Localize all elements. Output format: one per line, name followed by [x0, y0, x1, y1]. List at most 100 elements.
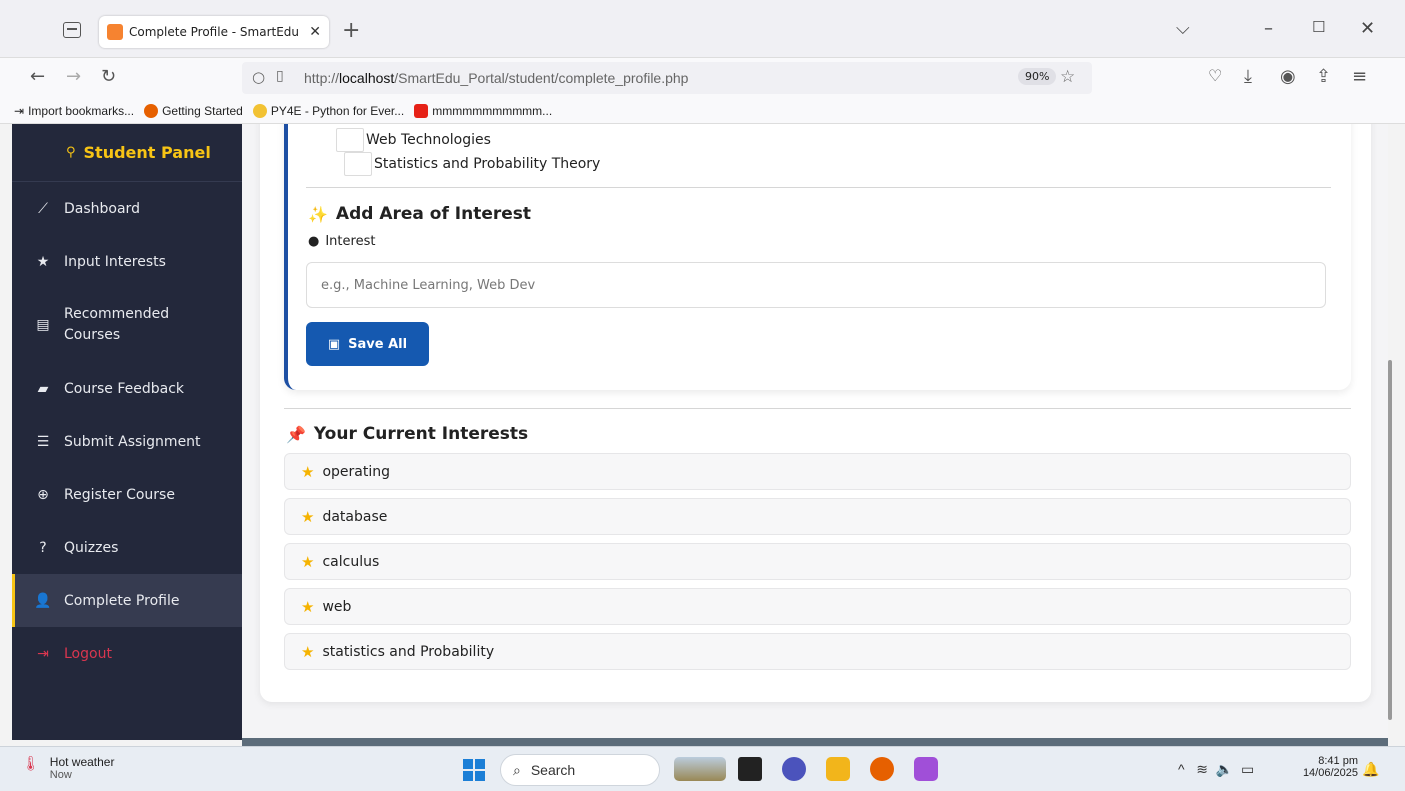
- zoom-badge[interactable]: 90%: [1018, 68, 1057, 85]
- interest-item: ★ statistics and Probability: [284, 633, 1351, 670]
- desktop-strip: [242, 738, 1388, 746]
- import-icon: ⇥: [14, 103, 25, 118]
- page-icon[interactable]: ▯: [276, 68, 284, 84]
- media-app-icon[interactable]: [914, 757, 938, 781]
- forward-icon[interactable]: →: [66, 66, 81, 87]
- interest-item: ★ calculus: [284, 543, 1351, 580]
- firefox-taskbar-icon[interactable]: [870, 757, 894, 781]
- browser-tab[interactable]: Complete Profile - SmartEdu Po ✕: [99, 16, 329, 48]
- sidebar-item-submit-assignment[interactable]: ☰ Submit Assignment: [12, 415, 242, 468]
- taskbar: 🌡 Hot weather Now ⌕ Search ^ ≋ 🔈 ▭ 8:41 …: [0, 746, 1405, 791]
- close-window-icon[interactable]: ✕: [1360, 18, 1375, 39]
- tasks-icon: ☰: [36, 433, 50, 450]
- back-icon[interactable]: ←: [30, 66, 45, 87]
- page-scrollbar[interactable]: [1388, 360, 1392, 720]
- maximize-icon[interactable]: ☐: [1312, 18, 1325, 36]
- url-text: http://localhost/SmartEdu_Portal/student…: [304, 70, 689, 86]
- interest-label: ● Interest: [308, 234, 376, 249]
- weather-widget[interactable]: 🌡 Hot weather Now: [22, 755, 114, 781]
- sidebar-item-course-feedback[interactable]: ▰ Course Feedback: [12, 362, 242, 415]
- shield-icon[interactable]: ○: [252, 68, 265, 86]
- account-icon[interactable]: ◉: [1280, 66, 1296, 87]
- close-tab-icon[interactable]: ✕: [309, 24, 321, 40]
- sidebar-item-recommended-courses[interactable]: ▤ Recommended Courses: [12, 288, 242, 362]
- reload-icon[interactable]: ↻: [101, 66, 116, 87]
- comment-icon: ▰: [37, 380, 49, 397]
- chevron-down-icon[interactable]: ⌵: [1176, 18, 1190, 39]
- divider: [306, 187, 1331, 188]
- sidebar: ⚲ Student Panel ⟋ Dashboard ★ Input Intere…: [12, 124, 242, 740]
- save-icon: ▣: [327, 336, 341, 352]
- interest-form: Web Technologies Statistics and Probabil…: [284, 124, 1351, 390]
- user-edit-icon: 👤: [34, 592, 52, 609]
- firefox-icon: [144, 103, 159, 118]
- divider: [284, 408, 1351, 409]
- course-label: Statistics and Probability Theory: [374, 156, 601, 172]
- system-tray[interactable]: ^ ≋ 🔈 ▭: [1178, 761, 1254, 778]
- add-interest-heading: ✨ Add Area of Interest: [308, 204, 532, 224]
- course-label: Web Technologies: [366, 132, 491, 148]
- clock[interactable]: 8:41 pm 14/06/2025: [1292, 755, 1358, 779]
- share-icon[interactable]: ⇪: [1316, 66, 1331, 87]
- task-view-icon[interactable]: [738, 757, 762, 781]
- windows-start-icon[interactable]: [463, 759, 485, 781]
- bookmark-py4e[interactable]: PY4E - Python for Ever...: [252, 103, 404, 118]
- bookmark-star-icon[interactable]: ☆: [1060, 67, 1075, 87]
- sign-out-icon: ⇥: [37, 645, 49, 662]
- course-checkbox-row: Statistics and Probability Theory: [344, 152, 600, 176]
- bookmarks-bar: ⇥ Import bookmarks... Getting Started PY4…: [0, 98, 1405, 124]
- plus-circle-icon: ⊕: [37, 486, 49, 503]
- pocket-icon[interactable]: ♡: [1208, 66, 1222, 85]
- main-content: Web Technologies Statistics and Probabil…: [242, 124, 1388, 740]
- notification-bell-icon[interactable]: 🔔: [1362, 761, 1379, 778]
- sidebar-item-logout[interactable]: ⇥ Logout: [12, 627, 242, 680]
- sidebar-item-input-interests[interactable]: ★ Input Interests: [12, 235, 242, 288]
- star-icon: ★: [301, 597, 315, 616]
- star-icon: ★: [301, 552, 315, 571]
- course-checkbox-row: Web Technologies: [336, 128, 491, 152]
- sidebar-item-complete-profile[interactable]: 👤 Complete Profile: [12, 574, 242, 627]
- bookmark-youtube[interactable]: mmmmmmmmmmm...: [414, 103, 552, 118]
- bookmark-getting-started[interactable]: Getting Started: [144, 103, 243, 118]
- tab-title: Complete Profile - SmartEdu Po: [129, 25, 304, 39]
- current-interests-heading: 📌 Your Current Interests: [286, 424, 529, 444]
- sidebar-item-dashboard[interactable]: ⟋ Dashboard: [12, 182, 242, 235]
- course-checkbox[interactable]: [336, 128, 364, 152]
- book-icon: ▤: [36, 317, 50, 333]
- star-icon: ★: [301, 507, 315, 526]
- bookmark-import[interactable]: ⇥ Import bookmarks...: [14, 104, 134, 118]
- youtube-icon: [414, 103, 429, 118]
- question-circle-icon: ?: [39, 539, 47, 556]
- pushpin-icon: 📌: [286, 424, 306, 444]
- lightbulb-icon: ●: [308, 234, 320, 249]
- course-checkbox[interactable]: [344, 152, 372, 176]
- sparkles-icon: ✨: [308, 204, 328, 224]
- chart-line-icon: ⟋: [38, 200, 48, 217]
- interest-item: ★ operating: [284, 453, 1351, 490]
- python-icon: [252, 103, 267, 118]
- downloads-icon[interactable]: ⤓: [1244, 66, 1252, 87]
- tab-list-icon[interactable]: [63, 22, 81, 38]
- sidebar-item-quizzes[interactable]: ? Quizzes: [12, 521, 242, 574]
- widgets-icon[interactable]: [674, 757, 726, 781]
- sidebar-item-register-course[interactable]: ⊕ Register Course: [12, 468, 242, 521]
- xampp-favicon-icon: [107, 24, 123, 40]
- menu-icon[interactable]: ≡: [1352, 66, 1367, 87]
- interest-item: ★ database: [284, 498, 1351, 535]
- save-all-button[interactable]: ▣ Save All: [306, 322, 429, 366]
- star-icon: ★: [36, 253, 50, 270]
- taskbar-search[interactable]: ⌕ Search: [500, 754, 660, 786]
- interest-input[interactable]: [306, 262, 1326, 308]
- profile-card: Web Technologies Statistics and Probabil…: [260, 124, 1371, 702]
- graduation-cap-icon: ⚲: [66, 145, 76, 160]
- address-bar[interactable]: ○ ▯ http://localhost/SmartEdu_Portal/stu…: [242, 62, 1092, 94]
- file-explorer-icon[interactable]: [826, 757, 850, 781]
- sidebar-brand: ⚲ Student Panel: [12, 124, 242, 182]
- browser-nav-bar: ← → ↻ ○ ▯ http://localhost/SmartEdu_Port…: [0, 58, 1405, 98]
- star-icon: ★: [301, 642, 315, 661]
- interest-item: ★ web: [284, 588, 1351, 625]
- search-icon: ⌕: [513, 761, 521, 778]
- minimize-icon[interactable]: –: [1264, 18, 1273, 39]
- teams-icon[interactable]: [782, 757, 806, 781]
- new-tab-icon[interactable]: +: [342, 18, 360, 43]
